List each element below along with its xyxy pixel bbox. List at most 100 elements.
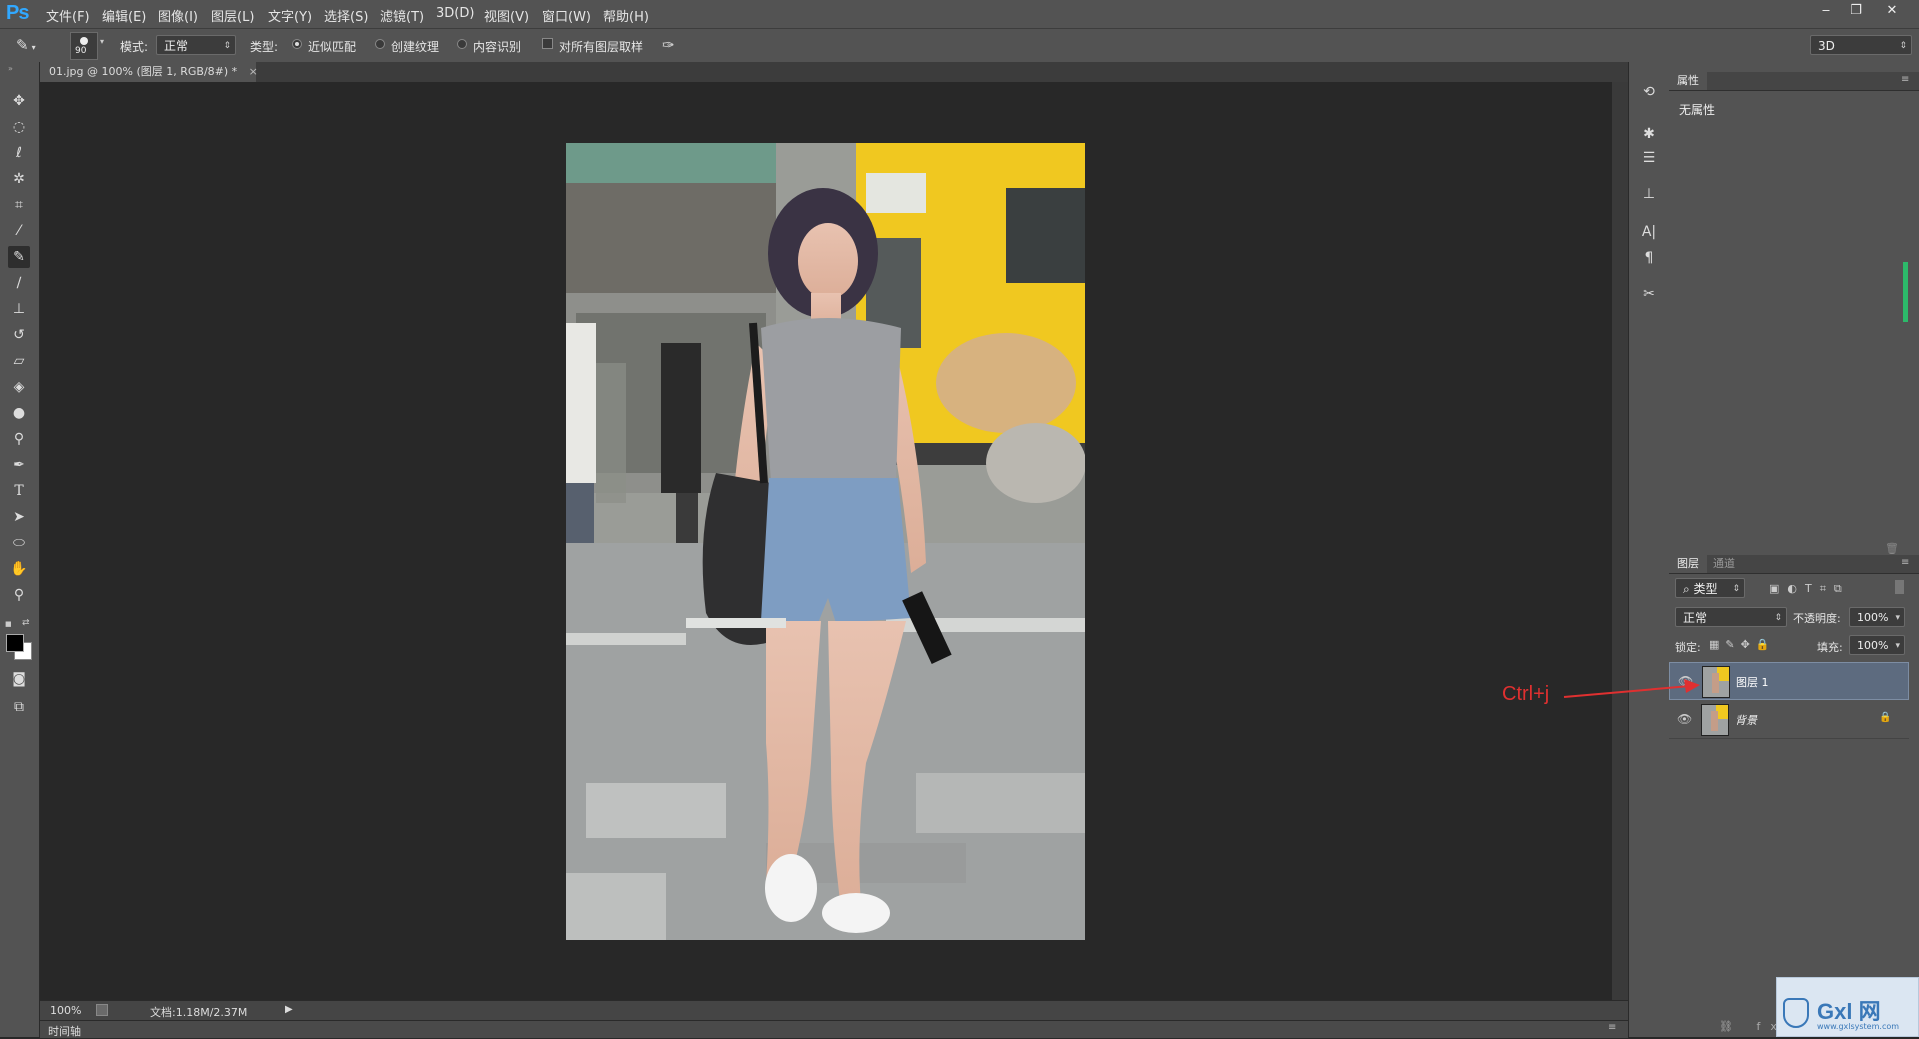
- select-arrows-icon: ⇕: [1732, 584, 1740, 594]
- trash-icon[interactable]: 🗑: [1885, 542, 1899, 555]
- menu-type[interactable]: 文字(Y): [268, 6, 312, 25]
- brush-presets-icon[interactable]: ✱: [1639, 124, 1659, 144]
- hand-tool-icon[interactable]: ✋: [8, 558, 30, 580]
- tool-presets-icon[interactable]: ✂: [1639, 284, 1659, 304]
- status-icon[interactable]: [96, 1004, 108, 1016]
- timeline-menu-icon[interactable]: ≡: [1608, 1022, 1616, 1033]
- zoom-level[interactable]: 100%: [50, 1004, 81, 1017]
- history-icon[interactable]: ⟲: [1639, 82, 1659, 102]
- document-tab[interactable]: 01.jpg @ 100% (图层 1, RGB/8#) * ×: [40, 62, 258, 82]
- workspace-select[interactable]: 3D ⇕: [1810, 35, 1912, 55]
- mode-select-value: 正常: [164, 39, 189, 53]
- clone-stamp-tool-icon[interactable]: ⊥: [8, 298, 30, 320]
- pen-tool-icon[interactable]: ✒: [8, 454, 30, 476]
- menu-3d[interactable]: 3D(D): [436, 6, 474, 21]
- paint-bucket-tool-icon[interactable]: ◈: [8, 376, 30, 398]
- crop-tool-icon[interactable]: ⌗: [8, 194, 30, 216]
- canvas-vertical-scrollbar[interactable]: [1612, 82, 1628, 1000]
- panel-menu-icon[interactable]: ≡: [1901, 74, 1909, 85]
- lock-icons[interactable]: ▦✎✥🔒: [1709, 638, 1776, 651]
- close-tab-icon[interactable]: ×: [249, 65, 258, 78]
- layers-tab-bar: 图层 通道 ≡: [1669, 555, 1919, 574]
- menu-image[interactable]: 图像(I): [158, 6, 198, 25]
- history-brush-tool-icon[interactable]: ↺: [8, 324, 30, 346]
- options-bar: ✎ ▾ 90 ▾ 模式: 正常 ⇕ 类型: 近似匹配 创建纹理 内容识别 对所有图层…: [0, 28, 1919, 64]
- healing-brush-tool-icon[interactable]: ✎: [8, 246, 30, 268]
- ellipse-tool-icon[interactable]: ⬭: [8, 532, 30, 554]
- adjustments-icon[interactable]: ☰: [1639, 148, 1659, 168]
- radio-content-aware[interactable]: [457, 39, 467, 49]
- brush-tool-icon[interactable]: ∕: [8, 272, 30, 294]
- collapse-arrows-icon[interactable]: »: [8, 64, 13, 73]
- eraser-tool-icon[interactable]: ▱: [8, 350, 30, 372]
- sample-all-layers-checkbox[interactable]: [542, 38, 553, 49]
- radio-create-texture-label: 创建纹理: [391, 40, 440, 54]
- menu-file[interactable]: 文件(F): [46, 6, 90, 25]
- layer-filter-icons[interactable]: ▣◐T⌗⧉: [1769, 582, 1850, 596]
- paragraph-icon[interactable]: ¶: [1639, 248, 1659, 268]
- clone-source-icon[interactable]: ⊥: [1639, 184, 1659, 204]
- status-bar: 100% 文档:1.18M/2.37M ▶: [40, 1000, 1628, 1021]
- layer-row-background[interactable]: 👁 背景 🔒: [1669, 701, 1909, 739]
- brush-size-picker[interactable]: 90: [70, 32, 98, 60]
- tab-channels[interactable]: 通道: [1705, 555, 1743, 573]
- lasso-tool-icon[interactable]: ℓ: [8, 142, 30, 164]
- panel-scroll-indicator[interactable]: [1903, 262, 1908, 322]
- restore-button[interactable]: ❐: [1844, 3, 1868, 19]
- select-arrows-icon: ⇕: [1774, 613, 1782, 623]
- move-tool-icon[interactable]: ✥: [8, 90, 30, 112]
- zoom-tool-icon[interactable]: ⚲: [8, 584, 30, 606]
- default-colors-icon[interactable]: ■: [5, 620, 12, 628]
- type-tool-icon[interactable]: T: [8, 480, 30, 502]
- blend-mode-select[interactable]: 正常 ⇕: [1675, 607, 1787, 627]
- sample-all-layers-label: 对所有图层取样: [559, 40, 644, 54]
- minimize-button[interactable]: ‒: [1814, 3, 1838, 19]
- layer-filter-value: 类型: [1693, 582, 1718, 596]
- quick-mask-icon[interactable]: ◙: [8, 668, 30, 690]
- swap-colors-icon[interactable]: ⇄: [22, 618, 30, 628]
- tab-layers[interactable]: 图层: [1669, 555, 1707, 573]
- visibility-eye-icon[interactable]: 👁: [1677, 712, 1692, 726]
- lock-label: 锁定:: [1675, 641, 1701, 654]
- document-image[interactable]: [566, 143, 1085, 940]
- close-window-button[interactable]: ✕: [1880, 3, 1904, 19]
- radio-proximity-match[interactable]: [292, 39, 302, 49]
- document-size-info: 文档:1.18M/2.37M: [150, 1006, 248, 1019]
- menu-edit[interactable]: 编辑(E): [102, 6, 146, 25]
- brush-size-value: 90: [75, 46, 87, 56]
- opacity-input[interactable]: 100% ▾: [1849, 607, 1905, 627]
- status-menu-arrow-icon[interactable]: ▶: [285, 1004, 293, 1015]
- filter-toggle[interactable]: [1895, 580, 1904, 594]
- panel-menu-icon[interactable]: ≡: [1901, 557, 1909, 568]
- eyedropper-tool-icon[interactable]: ⁄: [8, 220, 30, 242]
- menu-help[interactable]: 帮助(H): [603, 6, 649, 25]
- properties-tab-bar: 属性 ≡: [1669, 72, 1919, 91]
- dodge-tool-icon[interactable]: ⚲: [8, 428, 30, 450]
- character-icon[interactable]: A|: [1639, 222, 1659, 242]
- layer-thumbnail: [1701, 704, 1729, 736]
- menu-view[interactable]: 视图(V): [484, 6, 529, 25]
- layer-filter-select[interactable]: ⌕ 类型 ⇕: [1675, 578, 1745, 598]
- radio-create-texture[interactable]: [375, 39, 385, 49]
- menu-select[interactable]: 选择(S): [324, 6, 368, 25]
- foreground-color-swatch[interactable]: [6, 634, 24, 652]
- mode-select[interactable]: 正常 ⇕: [156, 35, 236, 55]
- marquee-tool-icon[interactable]: ◌: [8, 116, 30, 138]
- timeline-panel[interactable]: 时间轴 ≡: [40, 1020, 1628, 1038]
- brush-size-dropdown-icon[interactable]: ▾: [100, 37, 104, 46]
- fill-input[interactable]: 100% ▾: [1849, 635, 1905, 655]
- screen-mode-icon[interactable]: ⧉: [8, 696, 30, 718]
- menu-bar: Ps 文件(F) 编辑(E) 图像(I) 图层(L) 文字(Y) 选择(S) 滤…: [0, 0, 1919, 28]
- watermark-logo: Gxl 网 www.gxlsystem.com: [1776, 977, 1919, 1037]
- path-selection-tool-icon[interactable]: ➤: [8, 506, 30, 528]
- mode-label: 模式:: [120, 40, 149, 54]
- tab-properties[interactable]: 属性: [1669, 72, 1707, 90]
- pressure-size-icon[interactable]: ✑: [662, 36, 675, 54]
- menu-filter[interactable]: 滤镜(T): [380, 6, 424, 25]
- healing-brush-preset-icon[interactable]: ✎ ▾: [16, 36, 50, 56]
- blur-tool-icon[interactable]: ●: [8, 402, 30, 424]
- opacity-value: 100%: [1857, 611, 1889, 624]
- menu-layer[interactable]: 图层(L): [211, 6, 254, 25]
- menu-window[interactable]: 窗口(W): [542, 6, 591, 25]
- magic-wand-tool-icon[interactable]: ✲: [8, 168, 30, 190]
